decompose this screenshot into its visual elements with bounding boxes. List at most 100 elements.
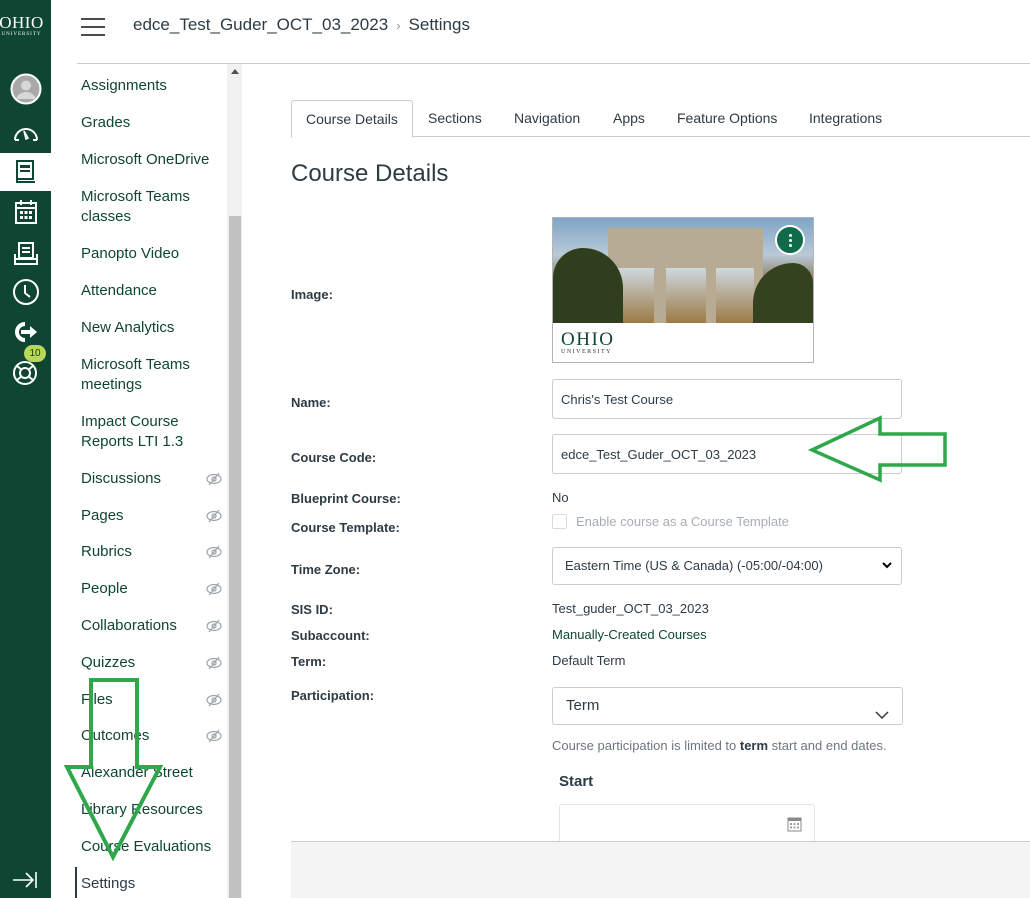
blueprint-value: No	[552, 490, 569, 505]
course-nav-item-panopto-video[interactable]: Panopto Video	[81, 244, 227, 264]
active-nav-indicator	[75, 867, 77, 898]
hidden-eye-icon	[206, 509, 222, 523]
course-template-label: Course Template:	[291, 520, 400, 535]
image-label: Image:	[291, 287, 333, 302]
participation-hint: Course participation is limited to term …	[552, 738, 887, 753]
course-nav-item-assignments[interactable]: Assignments	[81, 76, 227, 96]
global-nav: OHIO UNIVERSITY 10	[0, 0, 51, 898]
scroll-up-arrow-icon[interactable]	[231, 69, 239, 74]
tab-feature-options[interactable]: Feature Options	[663, 100, 791, 137]
tab-navigation[interactable]: Navigation	[500, 100, 594, 137]
participation-value: Term	[566, 697, 600, 714]
hidden-eye-icon	[206, 656, 222, 670]
course-nav-item-impact-course-reports[interactable]: Impact Course Reports LTI 1.3	[81, 412, 201, 452]
course-nav-item-grades[interactable]: Grades	[81, 113, 227, 133]
hint-bold-text: term	[739, 738, 769, 753]
image-options-button[interactable]	[775, 225, 805, 255]
course-nav-item-people[interactable]: People	[81, 579, 227, 599]
gateway-arch	[608, 228, 763, 323]
start-date-input[interactable]	[559, 804, 815, 844]
tab-course-details[interactable]: Course Details	[291, 100, 413, 138]
course-name-input[interactable]	[552, 379, 902, 419]
course-nav-label: Files	[81, 691, 113, 708]
hamburger-line	[81, 18, 105, 20]
course-menu-toggle[interactable]	[81, 18, 105, 38]
global-nav-account[interactable]	[0, 70, 51, 108]
course-nav-label: Pages	[81, 507, 124, 524]
hidden-eye-icon	[206, 619, 222, 633]
term-value: Default Term	[552, 653, 626, 668]
course-nav-label: People	[81, 580, 128, 597]
avatar-icon	[10, 73, 41, 105]
collapse-nav-button[interactable]	[10, 868, 40, 892]
hidden-eye-icon	[206, 545, 222, 559]
participation-label: Participation:	[291, 688, 375, 703]
participation-select[interactable]: Term	[552, 687, 903, 725]
course-nav-item-microsoft-teams-classes[interactable]: Microsoft Teams classes	[81, 187, 206, 227]
help-icon	[12, 361, 37, 385]
course-nav-item-settings[interactable]: Settings	[81, 874, 227, 894]
global-nav-history[interactable]	[0, 273, 51, 311]
course-nav-item-course-evaluations[interactable]: Course Evaluations	[81, 837, 227, 857]
calendar-icon[interactable]	[787, 816, 802, 837]
course-nav-item-pages[interactable]: Pages	[81, 506, 227, 526]
course-nav-item-files[interactable]: Files	[81, 690, 227, 710]
help-badge: 10	[24, 345, 46, 362]
logo-text: OHIO	[0, 13, 44, 32]
course-nav-item-alexander-street[interactable]: Alexander Street	[81, 763, 227, 783]
dashboard-icon	[13, 128, 38, 141]
calendar-icon	[14, 200, 37, 224]
course-nav-label: Rubrics	[81, 543, 132, 560]
course-nav-item-discussions[interactable]: Discussions	[81, 469, 227, 489]
global-nav-inbox[interactable]	[0, 235, 51, 273]
course-nav-scroll-thumb[interactable]	[229, 216, 241, 898]
course-nav-item-new-analytics[interactable]: New Analytics	[81, 318, 227, 338]
course-nav-label: Assignments	[81, 77, 167, 94]
course-template-checkbox[interactable]	[552, 514, 567, 529]
course-nav-item-rubrics[interactable]: Rubrics	[81, 542, 227, 562]
course-nav-label: Discussions	[81, 470, 162, 487]
global-nav-calendar[interactable]	[0, 193, 51, 231]
course-nav-label: Impact Course Reports LTI 1.3	[81, 413, 184, 450]
tab-sections[interactable]: Sections	[414, 100, 496, 137]
course-nav-label: Attendance	[81, 282, 157, 299]
ohio-university-logo[interactable]: OHIO UNIVERSITY	[0, 13, 51, 38]
course-template-checkbox-label: Enable course as a Course Template	[576, 514, 789, 529]
hidden-eye-icon	[206, 472, 222, 486]
course-nav-item-microsoft-onedrive[interactable]: Microsoft OneDrive	[81, 150, 227, 170]
time-zone-value: Eastern Time (US & Canada) (-05:00/-04:0…	[565, 558, 823, 573]
tab-apps[interactable]: Apps	[599, 100, 659, 137]
course-nav-item-library-resources[interactable]: Library Resources	[81, 800, 227, 820]
course-nav-item-attendance[interactable]: Attendance	[81, 281, 227, 301]
name-label: Name:	[291, 395, 331, 410]
course-image: OHIO UNIVERSITY	[552, 217, 814, 363]
course-image-brand: OHIO UNIVERSITY	[561, 330, 615, 355]
global-nav-dashboard[interactable]	[0, 113, 51, 151]
breadcrumb-separator: ›	[396, 17, 401, 33]
course-nav-label: Microsoft Teams classes	[81, 188, 190, 225]
blueprint-label: Blueprint Course:	[291, 491, 401, 506]
sis-id-value: Test_guder_OCT_03_2023	[552, 601, 709, 616]
course-nav-label: Library Resources	[81, 801, 203, 818]
global-nav-help[interactable]: 10	[0, 345, 51, 391]
chevron-down-icon	[874, 699, 890, 735]
course-nav-label: Settings	[81, 875, 136, 892]
subaccount-label: Subaccount:	[291, 628, 370, 643]
tab-integrations[interactable]: Integrations	[795, 100, 896, 137]
global-nav-courses[interactable]	[0, 153, 51, 191]
course-nav-label: Grades	[81, 114, 131, 131]
course-nav-label: Panopto Video	[81, 245, 180, 262]
global-nav-commons[interactable]	[0, 313, 51, 351]
breadcrumb-course-link[interactable]: edce_Test_Guder_OCT_03_2023	[133, 15, 388, 35]
course-nav-item-quizzes[interactable]: Quizzes	[81, 653, 227, 673]
courses-icon	[15, 160, 35, 183]
start-date-label: Start	[559, 773, 594, 790]
course-nav-item-collaborations[interactable]: Collaborations	[81, 616, 227, 636]
chevron-down-icon	[881, 548, 893, 598]
course-nav-item-microsoft-teams-meetings[interactable]: Microsoft Teams meetings	[81, 355, 206, 395]
time-zone-select[interactable]: Eastern Time (US & Canada) (-05:00/-04:0…	[552, 547, 902, 585]
kebab-icon	[788, 233, 792, 248]
subaccount-link[interactable]: Manually-Created Courses	[552, 627, 707, 642]
course-code-input[interactable]	[552, 434, 902, 474]
course-nav-item-outcomes[interactable]: Outcomes	[81, 726, 227, 746]
